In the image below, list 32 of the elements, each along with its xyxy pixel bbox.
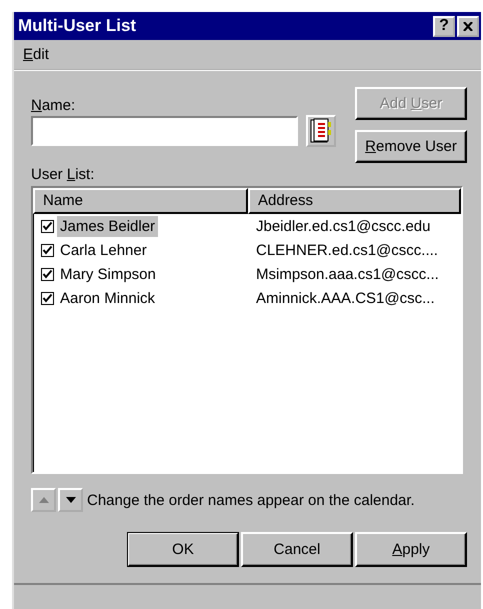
order-hint: Change the order names appear on the calendar. [87,492,415,508]
down-arrow-icon [66,497,76,503]
name-label: Name: [31,97,76,115]
user-address: Jbeidler.ed.cs1@cscc.edu [255,218,432,234]
name-input-field[interactable] [31,116,298,146]
close-button[interactable] [457,16,479,36]
menu-item[interactable]: Edit [21,46,51,63]
book-icon [310,118,332,144]
dialog-button[interactable]: OK [127,532,239,567]
move-down-button[interactable] [58,488,83,512]
user-address: CLEHNER.ed.cs1@cscc.... [255,242,439,258]
window-title: Multi-User List [18,16,136,36]
user-list-label: User List: [31,166,96,184]
column-header[interactable]: Name [33,188,248,214]
user-name[interactable]: Carla Lehner [57,240,150,260]
checkbox[interactable] [41,220,54,232]
user-address: Msimpson.aaa.cs1@cscc... [255,266,440,282]
checkbox[interactable] [41,244,54,256]
help-button[interactable]: ? [433,16,455,36]
up-arrow-icon [38,497,48,503]
user-address: Aminnick.AAA.CS1@csc... [255,290,436,306]
user-name[interactable]: Mary Simpson [57,264,159,284]
checkbox[interactable] [41,292,54,304]
close-icon [463,22,473,30]
dialog-button[interactable]: Apply [355,532,467,567]
checkbox[interactable] [41,268,54,280]
address-book-button[interactable] [306,115,336,147]
user-name[interactable]: Aaron Minnick [57,288,158,308]
dialog-button[interactable]: Cancel [241,532,353,567]
user-name[interactable]: James Beidler [57,216,158,236]
remove-user-button[interactable]: Remove User [355,130,467,163]
column-header[interactable]: Address [248,188,461,214]
